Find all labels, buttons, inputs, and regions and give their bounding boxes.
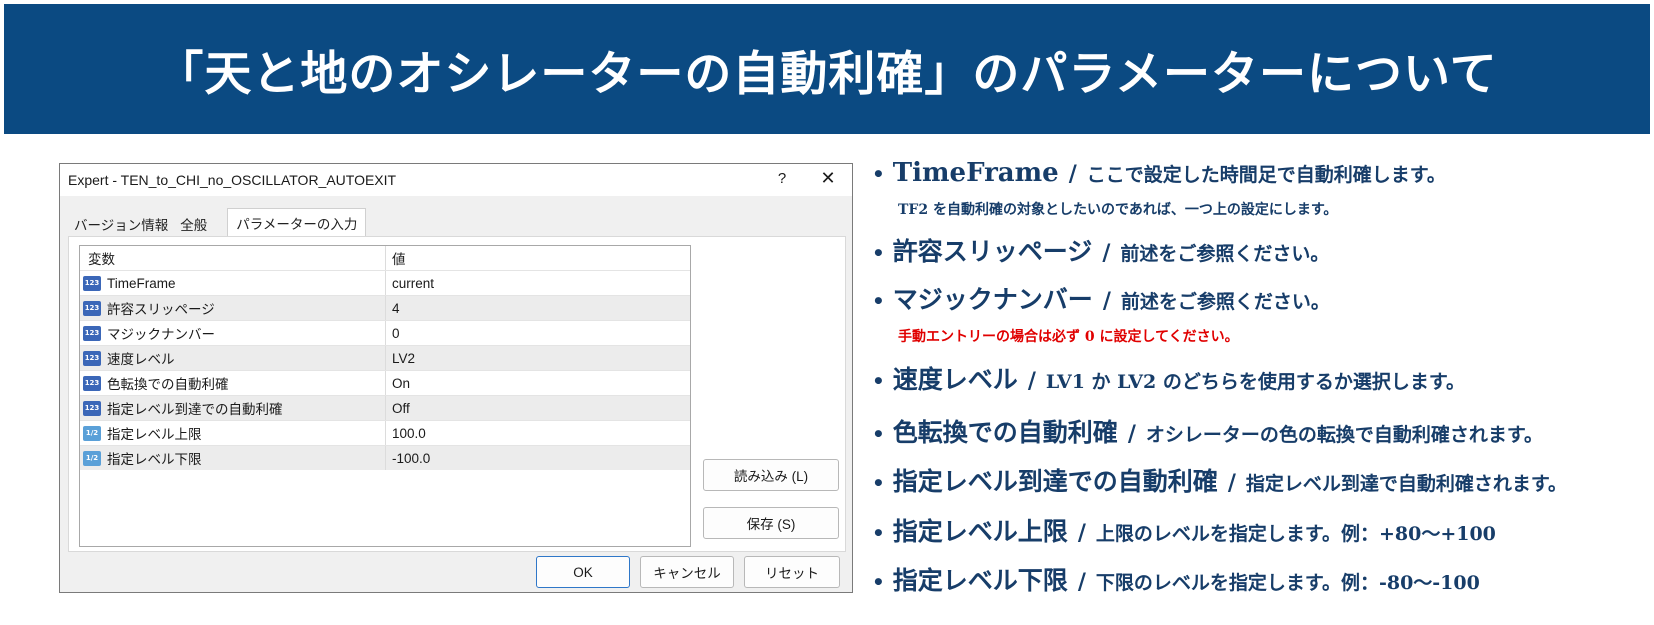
column-header-variable[interactable]: 変数 bbox=[80, 246, 386, 270]
description-text: LV1 か LV2 のどちらを使用するか選択します。 bbox=[1045, 371, 1465, 393]
cancel-button[interactable]: キャンセル bbox=[640, 556, 734, 588]
reset-button[interactable]: リセット bbox=[744, 556, 840, 588]
save-button[interactable]: 保存 (S) bbox=[703, 507, 839, 539]
double-type-icon: 1/2 bbox=[83, 450, 101, 466]
description-text: オシレーターの色の転換で自動利確されます。 bbox=[1145, 424, 1543, 446]
description-level-reach-exit: • 指定レベル到達での自動利確 / 指定レベル到達で自動利確されます。 bbox=[872, 462, 1567, 498]
row-variable-name: 指定レベル上限 bbox=[107, 427, 202, 442]
description-upper-level: • 指定レベル上限 / 上限のレベルを指定します。例：+80～+100 bbox=[872, 512, 1496, 548]
description-label: TimeFrame bbox=[892, 158, 1059, 188]
row-variable-name: 指定レベル下限 bbox=[107, 452, 202, 467]
timeframe-note: TF2 を自動利確の対象としたいのであれば、一つ上の設定にします。 bbox=[898, 202, 1338, 218]
ok-button[interactable]: OK bbox=[536, 556, 630, 588]
tab-input-parameters[interactable]: パラメーターの入力 bbox=[227, 208, 367, 237]
integer-type-icon: 123 bbox=[83, 350, 101, 366]
row-variable-name: 速度レベル bbox=[107, 352, 175, 367]
description-label: 指定レベル到達での自動利確 bbox=[892, 467, 1218, 496]
tab-general[interactable]: 全般 bbox=[174, 208, 213, 236]
separator: / bbox=[1227, 470, 1236, 496]
column-header-value[interactable]: 値 bbox=[386, 246, 690, 270]
description-color-change-exit: • 色転換での自動利確 / オシレーターの色の転換で自動利確されます。 bbox=[872, 413, 1543, 449]
description-label: 指定レベル下限 bbox=[892, 566, 1068, 595]
bullet-icon: • bbox=[872, 570, 885, 594]
row-value[interactable]: -100.0 bbox=[386, 446, 690, 470]
bullet-icon: • bbox=[872, 369, 885, 393]
description-text: 前述をご参照ください。 bbox=[1120, 291, 1330, 313]
table-row[interactable]: 1/2 指定レベル上限 100.0 bbox=[80, 420, 690, 445]
table-row[interactable]: 123 マジックナンバー 0 bbox=[80, 320, 690, 345]
parameters-table: 変数 値 123 TimeFrame current 123 許容スリッページ 4 … bbox=[79, 245, 691, 547]
double-type-icon: 1/2 bbox=[83, 425, 101, 441]
expert-properties-dialog: Expert - TEN_to_CHI_no_OSCILLATOR_AUTOEX… bbox=[59, 163, 853, 593]
description-timeframe: • TimeFrame / ここで設定した時間足で自動利確します。 bbox=[872, 158, 1446, 188]
integer-type-icon: 123 bbox=[83, 400, 101, 416]
description-speed-level: • 速度レベル / LV1 か LV2 のどちらを使用するか選択します。 bbox=[872, 360, 1465, 396]
table-row[interactable]: 123 許容スリッページ 4 bbox=[80, 295, 690, 320]
row-value[interactable]: current bbox=[386, 271, 690, 295]
description-label: 速度レベル bbox=[892, 365, 1018, 394]
tab-bar: バージョン情報 全般 パラメーターの入力 bbox=[68, 208, 367, 237]
table-header: 変数 値 bbox=[80, 246, 690, 270]
bullet-icon: • bbox=[872, 521, 885, 545]
separator: / bbox=[1127, 421, 1136, 447]
bullet-icon: • bbox=[872, 289, 885, 313]
description-text: 指定レベル到達で自動利確されます。 bbox=[1245, 473, 1567, 495]
row-value[interactable]: 0 bbox=[386, 321, 690, 345]
description-label: 指定レベル上限 bbox=[892, 517, 1068, 546]
help-icon[interactable]: ? bbox=[768, 170, 796, 187]
description-text: 上限のレベルを指定します。例：+80～+100 bbox=[1095, 523, 1496, 545]
description-slippage: • 許容スリッページ / 前述をご参照ください。 bbox=[872, 232, 1329, 268]
parameters-panel: 変数 値 123 TimeFrame current 123 許容スリッページ 4 … bbox=[68, 236, 846, 552]
row-value[interactable]: On bbox=[386, 371, 690, 395]
row-value[interactable]: 4 bbox=[386, 296, 690, 320]
tab-version-info[interactable]: バージョン情報 bbox=[68, 208, 174, 236]
bullet-icon: • bbox=[872, 241, 885, 265]
description-text: 前述をご参照ください。 bbox=[1120, 243, 1330, 265]
separator: / bbox=[1102, 240, 1111, 266]
integer-type-icon: 123 bbox=[83, 375, 101, 391]
bullet-icon: • bbox=[872, 471, 885, 495]
description-label: 許容スリッページ bbox=[892, 237, 1093, 266]
row-variable-name: 色転換での自動利確 bbox=[107, 377, 229, 392]
separator: / bbox=[1077, 520, 1086, 546]
table-row[interactable]: 123 色転換での自動利確 On bbox=[80, 370, 690, 395]
row-variable-name: 許容スリッページ bbox=[107, 302, 215, 317]
row-value[interactable]: 100.0 bbox=[386, 421, 690, 445]
description-lower-level: • 指定レベル下限 / 下限のレベルを指定します。例：-80～-100 bbox=[872, 561, 1480, 597]
description-magic-number: • マジックナンバー / 前述をご参照ください。 bbox=[872, 280, 1330, 316]
separator: / bbox=[1077, 569, 1086, 595]
row-variable-name: マジックナンバー bbox=[107, 327, 215, 342]
row-variable-name: 指定レベル到達での自動利確 bbox=[107, 402, 283, 417]
integer-type-icon: 123 bbox=[83, 325, 101, 341]
magic-number-warning: 手動エントリーの場合は必ず 0 に設定してください。 bbox=[898, 329, 1239, 345]
row-variable-name: TimeFrame bbox=[107, 275, 176, 291]
description-text: ここで設定した時間足で自動利確します。 bbox=[1086, 164, 1446, 186]
row-value[interactable]: Off bbox=[386, 396, 690, 420]
close-icon[interactable]: ✕ bbox=[814, 168, 842, 189]
integer-type-icon: 123 bbox=[83, 275, 101, 291]
bullet-icon: • bbox=[872, 422, 885, 446]
table-row[interactable]: 1/2 指定レベル下限 -100.0 bbox=[80, 445, 690, 470]
table-row[interactable]: 123 速度レベル LV2 bbox=[80, 345, 690, 370]
table-row[interactable]: 123 TimeFrame current bbox=[80, 270, 690, 295]
description-text: 下限のレベルを指定します。例：-80～-100 bbox=[1095, 572, 1480, 594]
description-label: マジックナンバー bbox=[892, 285, 1093, 314]
dialog-title: Expert - TEN_to_CHI_no_OSCILLATOR_AUTOEX… bbox=[68, 172, 397, 188]
separator: / bbox=[1102, 288, 1111, 314]
load-button[interactable]: 読み込み (L) bbox=[703, 459, 839, 491]
header-banner: 「天と地のオシレーターの自動利確」のパラメーターについて bbox=[4, 4, 1650, 134]
integer-type-icon: 123 bbox=[83, 300, 101, 316]
separator: / bbox=[1027, 368, 1036, 394]
separator: / bbox=[1068, 161, 1077, 187]
dialog-titlebar: Expert - TEN_to_CHI_no_OSCILLATOR_AUTOEX… bbox=[60, 164, 852, 196]
bullet-icon: • bbox=[872, 162, 885, 186]
row-value[interactable]: LV2 bbox=[386, 346, 690, 370]
description-label: 色転換での自動利確 bbox=[892, 418, 1118, 447]
banner-title: 「天と地のオシレーターの自動利確」のパラメーターについて bbox=[156, 46, 1498, 102]
table-row[interactable]: 123 指定レベル到達での自動利確 Off bbox=[80, 395, 690, 420]
